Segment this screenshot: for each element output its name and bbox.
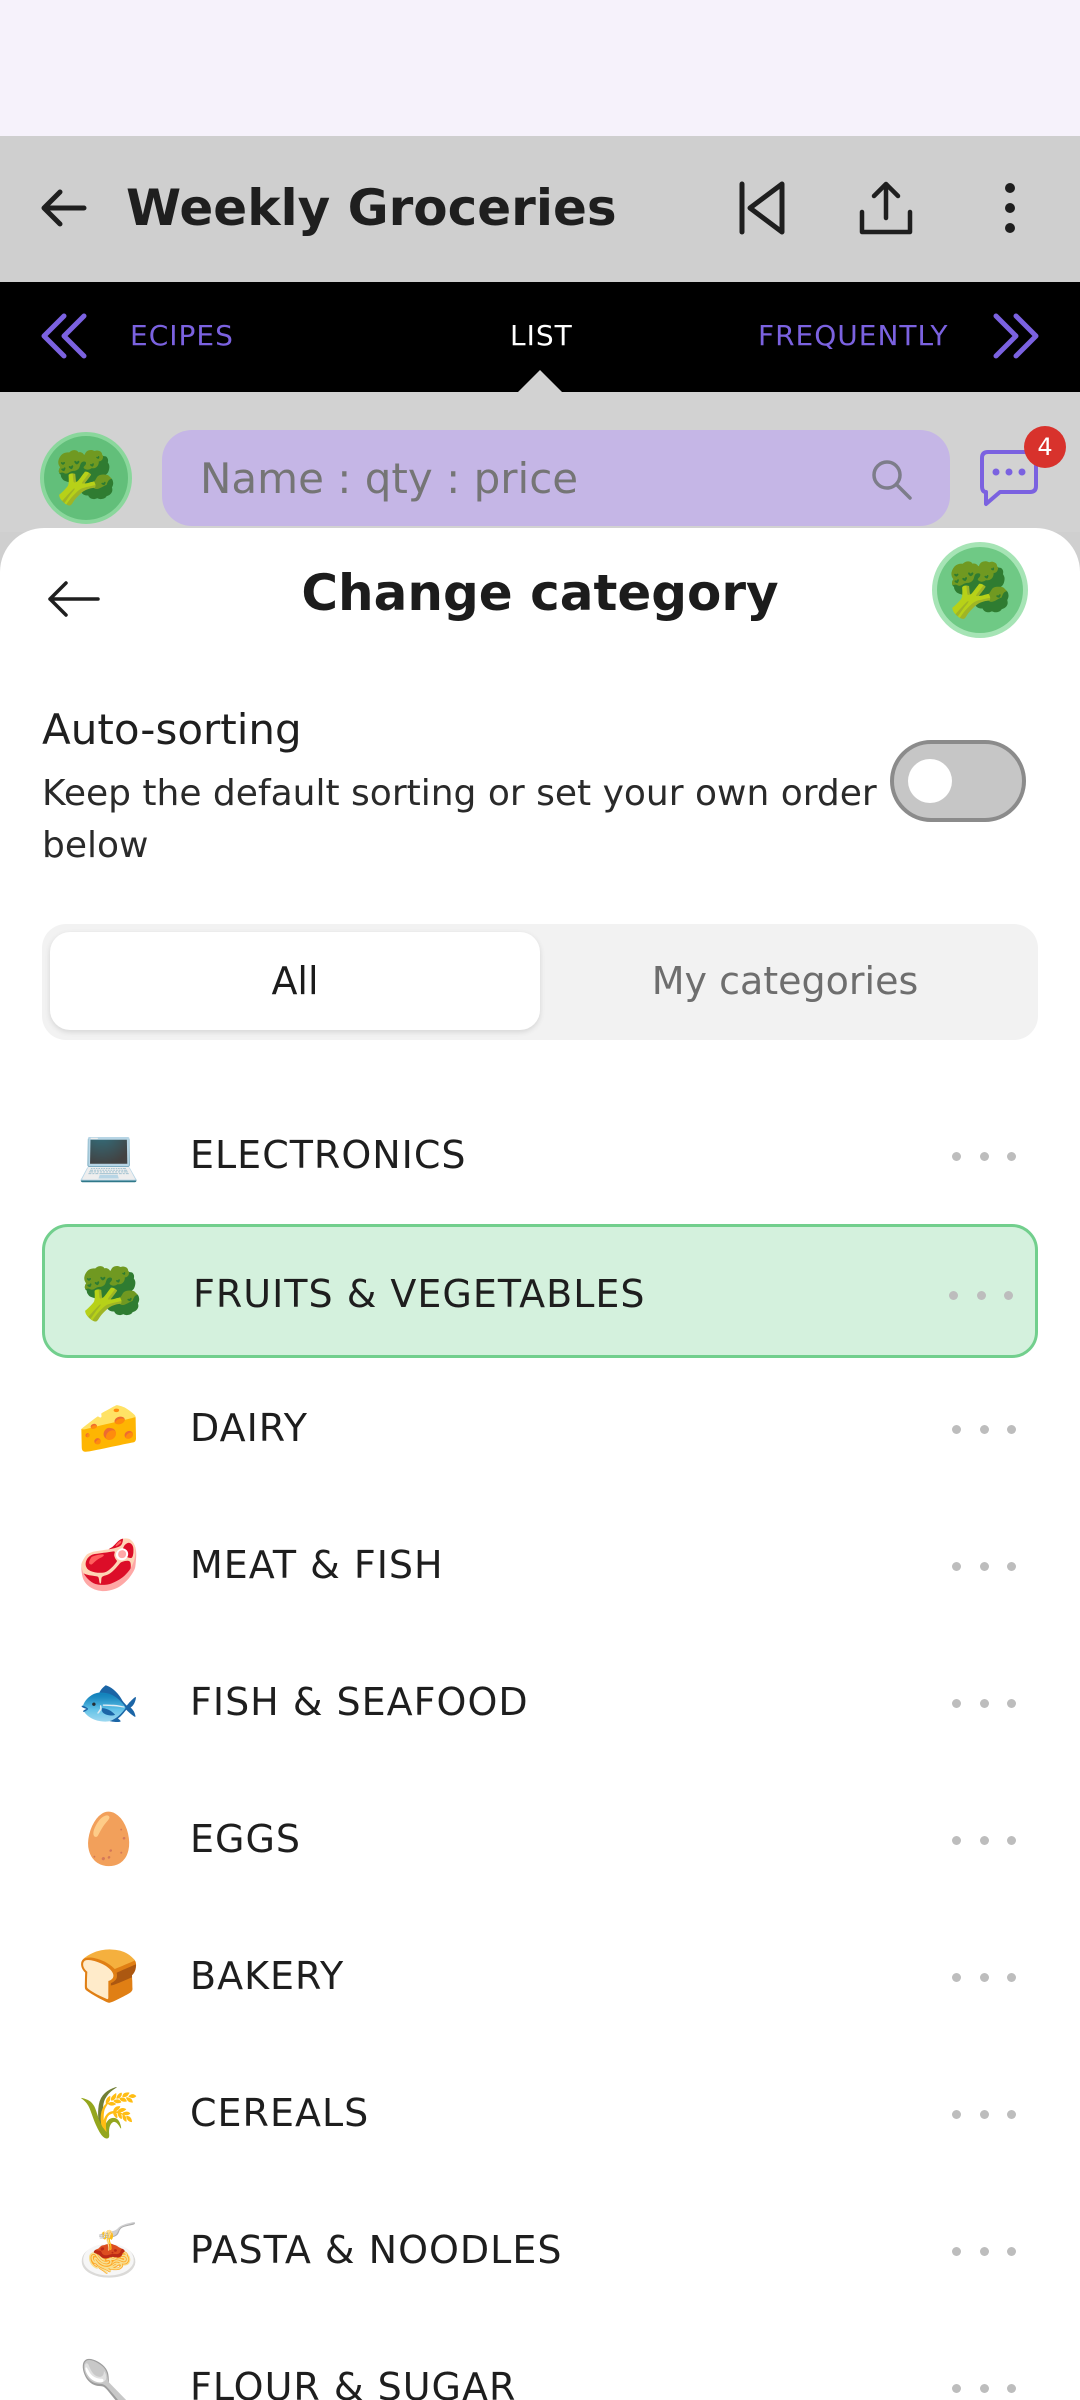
egg-icon: 🥚 xyxy=(77,1809,141,1868)
cheese-icon: 🧀 xyxy=(77,1398,141,1457)
more-horiz-icon[interactable] xyxy=(952,1136,1016,1176)
page-title: Weekly Groceries xyxy=(126,179,617,237)
sheet-title: Change category xyxy=(301,564,779,622)
category-row[interactable]: 🌾 CEREALS xyxy=(42,2046,1038,2180)
add-item-field[interactable] xyxy=(162,430,950,526)
category-label: DAIRY xyxy=(190,1406,308,1450)
share-icon[interactable] xyxy=(848,170,924,246)
more-horiz-icon[interactable] xyxy=(952,2231,1016,2271)
category-row[interactable]: 💻 ELECTRONICS xyxy=(42,1088,1038,1222)
toggle-knob xyxy=(908,759,952,803)
category-row[interactable]: 🥚 EGGS xyxy=(42,1772,1038,1906)
category-avatar[interactable]: 🥦 xyxy=(40,432,132,524)
broccoli-icon: 🥦 xyxy=(54,448,118,507)
category-filter-segmented: All My categories xyxy=(42,924,1038,1040)
more-horiz-icon[interactable] xyxy=(952,1957,1016,1997)
app-bar: Weekly Groceries xyxy=(0,136,1080,282)
category-label: ELECTRONICS xyxy=(190,1133,467,1177)
status-bar xyxy=(0,0,1080,136)
category-label: MEAT & FISH xyxy=(190,1543,444,1587)
category-label: FISH & SEAFOOD xyxy=(190,1680,529,1724)
selected-category-avatar: 🥦 xyxy=(932,542,1028,638)
pasta-icon: 🍝 xyxy=(77,2220,141,2279)
arrow-left-icon[interactable] xyxy=(34,178,94,238)
more-horiz-icon[interactable] xyxy=(952,2094,1016,2134)
fish-icon: 🐟 xyxy=(77,1672,141,1731)
more-horiz-icon[interactable] xyxy=(952,1683,1016,1723)
chevrons-left-icon[interactable] xyxy=(34,306,94,366)
more-horiz-icon[interactable] xyxy=(952,1820,1016,1860)
segment-my-categories[interactable]: My categories xyxy=(540,932,1030,1030)
category-row[interactable]: 🥄 FLOUR & SUGAR xyxy=(42,2320,1038,2400)
more-horiz-icon[interactable] xyxy=(949,1275,1013,1315)
tab-frequently[interactable]: FREQUENTLY xyxy=(758,316,949,356)
more-vert-icon[interactable] xyxy=(972,170,1048,246)
auto-sorting-description: Keep the default sorting or set your own… xyxy=(42,773,877,866)
category-label: FLOUR & SUGAR xyxy=(190,2365,517,2400)
category-label: FRUITS & VEGETABLES xyxy=(193,1272,646,1316)
category-row[interactable]: 🐟 FISH & SEAFOOD xyxy=(42,1635,1038,1769)
laptop-icon: 💻 xyxy=(77,1125,141,1184)
more-horiz-icon[interactable] xyxy=(952,1409,1016,1449)
broccoli-icon: 🥦 xyxy=(80,1264,144,1323)
grain-icon: 🌾 xyxy=(77,2083,141,2142)
category-label: CEREALS xyxy=(190,2091,370,2135)
spoon-icon: 🥄 xyxy=(77,2357,141,2400)
meat-icon: 🥩 xyxy=(77,1535,141,1594)
category-row[interactable]: 🍝 PASTA & NOODLES xyxy=(42,2183,1038,2317)
auto-sorting-toggle[interactable] xyxy=(890,740,1026,822)
add-item-row: 🥦 4 xyxy=(0,392,1080,532)
category-row[interactable]: 🍞 BAKERY xyxy=(42,1909,1038,2043)
bread-icon: 🍞 xyxy=(77,1946,141,2005)
active-tab-indicator xyxy=(518,370,562,392)
add-item-input[interactable] xyxy=(200,453,820,503)
tab-recipes[interactable]: ECIPES xyxy=(130,316,234,356)
broccoli-icon: 🥦 xyxy=(947,560,1013,621)
category-row[interactable]: 🥩 MEAT & FISH xyxy=(42,1498,1038,1632)
tab-list[interactable]: LIST xyxy=(510,316,573,356)
category-label: BAKERY xyxy=(190,1954,345,1998)
category-label: PASTA & NOODLES xyxy=(190,2228,563,2272)
segment-all[interactable]: All xyxy=(50,932,540,1030)
change-category-sheet: Change category 🥦 Auto-sorting Keep the … xyxy=(0,528,1080,2400)
category-row[interactable]: 🧀 DAIRY xyxy=(42,1361,1038,1495)
more-horiz-icon[interactable] xyxy=(952,2368,1016,2400)
category-row-selected[interactable]: 🥦 FRUITS & VEGETABLES xyxy=(42,1224,1038,1358)
more-horiz-icon[interactable] xyxy=(952,1546,1016,1586)
skip-previous-icon[interactable] xyxy=(722,170,798,246)
auto-sorting-title: Auto-sorting xyxy=(42,705,302,754)
search-icon[interactable] xyxy=(868,456,914,502)
chevrons-right-icon[interactable] xyxy=(986,306,1046,366)
category-label: EGGS xyxy=(190,1817,302,1861)
notification-badge: 4 xyxy=(1024,426,1066,468)
